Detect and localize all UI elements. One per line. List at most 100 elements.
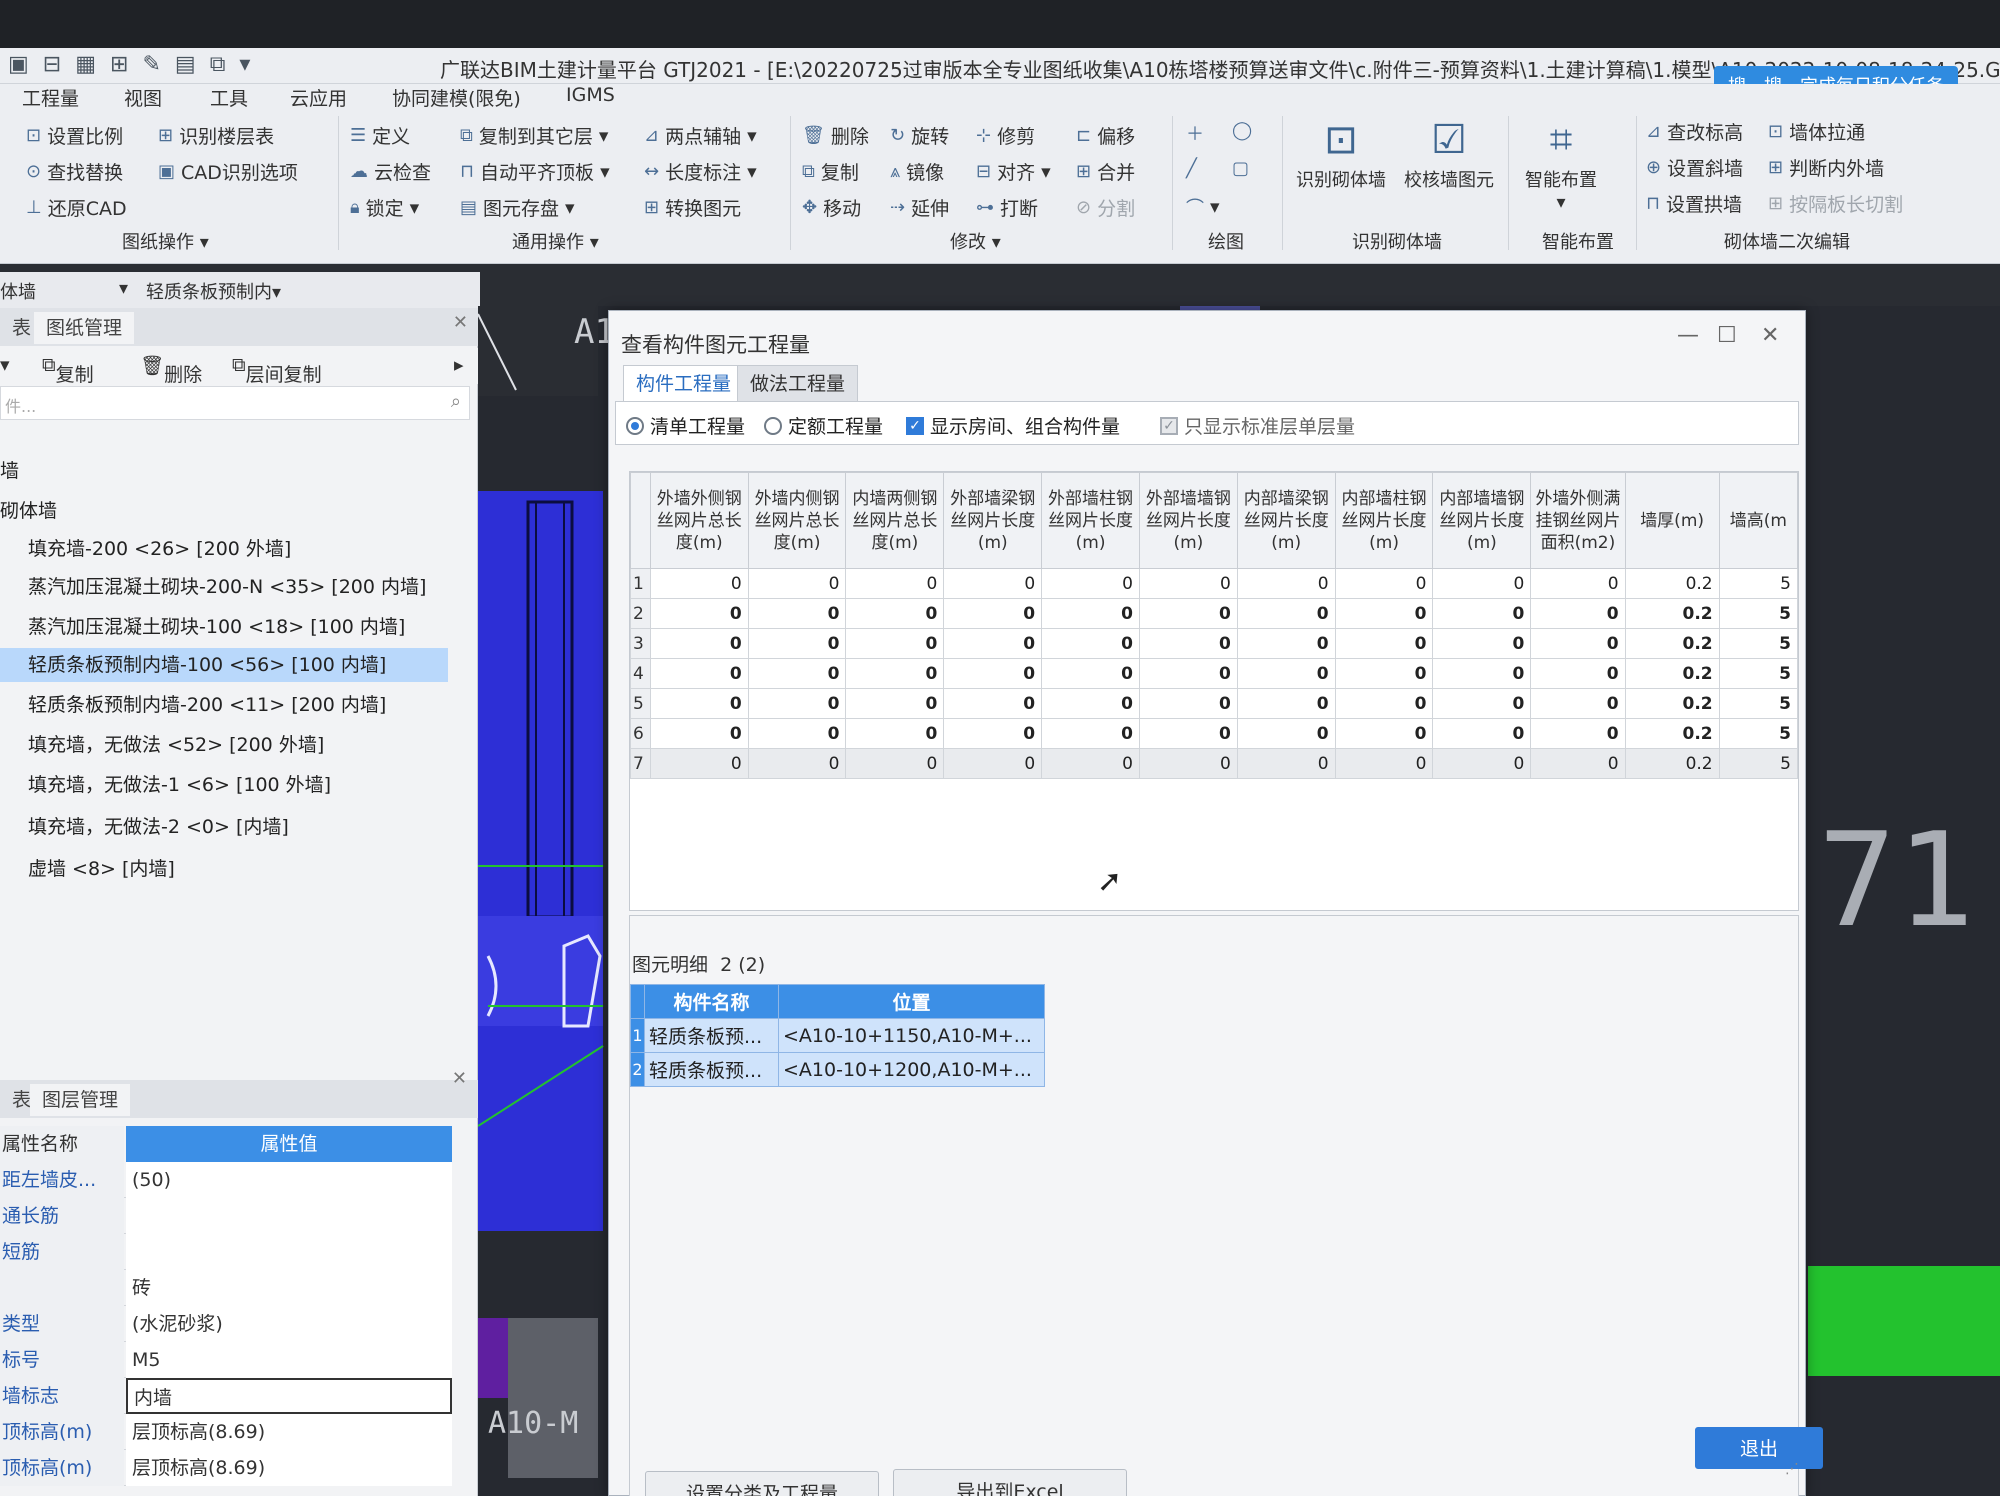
quantity-cell[interactable]: 0	[1530, 628, 1626, 659]
menu-collab[interactable]: 协同建模(限免)	[392, 84, 521, 111]
quantity-cell[interactable]: 0	[943, 688, 1043, 719]
group-common-ops[interactable]: 通用操作 ▾	[512, 228, 599, 254]
quantity-cell[interactable]: 0	[1334, 598, 1434, 629]
property-row[interactable]: 距左墙皮... (50)	[0, 1162, 452, 1198]
grid-icon[interactable]: ▦	[75, 52, 96, 77]
component-search-input[interactable]: 件... ⌕	[0, 386, 470, 420]
quantity-cell[interactable]: 0	[845, 568, 945, 599]
recognize-floor-table-button[interactable]: ⊞ 识别楼层表	[158, 122, 274, 149]
close-icon[interactable]: ✕	[452, 1068, 467, 1089]
quantity-cell[interactable]: 0	[1236, 568, 1336, 599]
tree-item[interactable]: 填充墙，无做法 <52> [200 外墙]	[0, 728, 448, 762]
property-row[interactable]: 标号 M5	[0, 1342, 452, 1378]
maximize-icon[interactable]: ☐	[1717, 323, 1737, 348]
table-row[interactable]: 2 0 0 0 0 0 0 0 0 0 0 0.2 5	[630, 598, 1798, 629]
tree-root-wall[interactable]: 墙	[0, 454, 448, 488]
quantity-cell[interactable]: 0	[1138, 658, 1238, 689]
column-header[interactable]: 外墙外侧钢丝网片总长度(m)	[649, 472, 749, 569]
quantity-cell[interactable]: 0	[1236, 718, 1336, 749]
quantity-cell[interactable]: 0	[1041, 628, 1140, 659]
quantity-cell[interactable]: 0.2	[1624, 568, 1720, 599]
column-header[interactable]: 位置	[778, 984, 1045, 1019]
quantity-cell[interactable]: 0	[747, 628, 847, 659]
lock-button[interactable]: 🔒︎ 锁定 ▾	[350, 194, 419, 221]
tree-item[interactable]: 蒸汽加压混凝土砌块-100 <18> [100 内墙]	[0, 610, 448, 644]
quantity-cell[interactable]: 0.2	[1624, 628, 1720, 659]
set-scale-button[interactable]: ⊡ 设置比例	[26, 122, 123, 149]
column-header[interactable]: 墙厚(m)	[1624, 472, 1720, 569]
save-icon[interactable]: ⊟	[43, 52, 61, 77]
tree-group-masonry-wall[interactable]: 砌体墙	[0, 494, 448, 528]
quantity-cell[interactable]: 5	[1718, 628, 1798, 659]
quantity-cell[interactable]: 0	[747, 748, 847, 779]
find-replace-button[interactable]: ⊙ 查找替换	[26, 158, 123, 185]
resize-grip-icon[interactable]: ⋰	[1785, 1461, 1799, 1477]
quantity-cell[interactable]: 0	[649, 598, 749, 629]
quantity-cell[interactable]: 0	[1236, 748, 1336, 779]
table-row[interactable]: 7 0 0 0 0 0 0 0 0 0 0 0.2 5	[630, 748, 1798, 779]
auto-align-slab-button[interactable]: ⊓ 自动平齐顶板 ▾	[460, 158, 610, 185]
column-header[interactable]: 构件名称	[644, 984, 779, 1019]
quantity-cell[interactable]: 0	[1530, 688, 1626, 719]
quantity-cell[interactable]: 0	[845, 718, 945, 749]
quantity-cell[interactable]: 0	[747, 658, 847, 689]
mirror-button[interactable]: ⩓ 镜像	[890, 158, 944, 185]
quantity-cell[interactable]: 5	[1718, 598, 1798, 629]
quantity-cell[interactable]: 0	[649, 628, 749, 659]
quantity-cell[interactable]: 0	[1236, 658, 1336, 689]
quantity-cell[interactable]: 0	[1432, 718, 1532, 749]
quantity-cell[interactable]: 0	[649, 748, 749, 779]
delete-component-button[interactable]: 🗑︎ 删除	[140, 354, 202, 386]
property-row[interactable]: 顶标高(m) 层顶标高(8.69)	[0, 1450, 452, 1486]
column-header[interactable]: 外部墙墙钢丝网片长度(m)	[1138, 472, 1238, 569]
column-header[interactable]: 内部墙梁钢丝网片长度(m)	[1236, 472, 1336, 569]
quantity-cell[interactable]: 0.2	[1624, 748, 1720, 779]
check-wall-element-button[interactable]: ☑ 校核墙图元	[1394, 114, 1504, 192]
convert-element-button[interactable]: ⊞ 转换图元	[644, 194, 741, 221]
tree-item[interactable]: 蒸汽加压混凝土砌块-200-N <35> [200 内墙]	[0, 570, 448, 604]
dropdown-icon[interactable]: ▾	[239, 52, 250, 77]
quantity-cell[interactable]: 0	[1138, 568, 1238, 599]
quantity-cell[interactable]: 0	[1432, 568, 1532, 599]
component-type-select[interactable]: 体墙 ▾	[0, 278, 132, 304]
tree-item-selected[interactable]: 轻质条板预制内墙-100 <56> [100 内墙]	[0, 648, 448, 682]
quantity-cell[interactable]: 0	[747, 568, 847, 599]
quantity-cell[interactable]: 0	[1041, 718, 1140, 749]
search-icon[interactable]: ⌕	[451, 391, 461, 412]
tree-item[interactable]: 虚墙 <8> [内墙]	[0, 852, 448, 886]
quantity-cell[interactable]: 0	[1432, 628, 1532, 659]
quantity-cell[interactable]: 0	[943, 718, 1043, 749]
extend-button[interactable]: ⇢ 延伸	[890, 194, 949, 221]
copy-component-button[interactable]: ⧉ 复制	[42, 354, 94, 386]
trim-button[interactable]: ⊹ 修剪	[976, 122, 1035, 149]
component-name-cell[interactable]: 轻质条板预...	[644, 1018, 779, 1053]
rotate-button[interactable]: ↻ 旋转	[890, 122, 949, 149]
quantity-cell[interactable]: 0	[1530, 658, 1626, 689]
draw-line-button[interactable]: ╱	[1186, 158, 1197, 179]
cad-options-button[interactable]: ▣ CAD识别选项	[158, 158, 298, 185]
property-row[interactable]: 砖	[0, 1270, 452, 1306]
quantity-cell[interactable]: 0	[1432, 598, 1532, 629]
quantity-cell[interactable]: 0	[943, 598, 1043, 629]
tab-drawing-management[interactable]: 图纸管理	[34, 312, 135, 344]
quantity-cell[interactable]: 0	[1138, 718, 1238, 749]
quantity-cell[interactable]: 0	[943, 748, 1043, 779]
column-header[interactable]: 内墙两侧钢丝网片总长度(m)	[845, 472, 945, 569]
quantity-cell[interactable]: 0	[1334, 718, 1434, 749]
draw-arc-button[interactable]: ⌒ ▾	[1186, 194, 1220, 220]
show-rooms-checkbox[interactable]: ✓ 显示房间、组合构件量	[906, 412, 1120, 439]
layout-icon[interactable]: ⊞	[110, 52, 128, 77]
menu-quantity[interactable]: 工程量	[22, 84, 79, 111]
quantity-cell[interactable]: 0	[1530, 748, 1626, 779]
cloud-check-button[interactable]: ☁ 云检查	[350, 158, 431, 185]
split-button[interactable]: ⊘ 分割	[1076, 194, 1135, 221]
column-header[interactable]: 内部墙柱钢丝网片长度(m)	[1334, 472, 1434, 569]
tree-item[interactable]: 轻质条板预制内墙-200 <11> [200 内墙]	[0, 688, 448, 722]
set-slant-wall-button[interactable]: ⊕ 设置斜墙	[1646, 154, 1743, 181]
property-row[interactable]: 墙标志 内墙	[0, 1378, 452, 1414]
table-row[interactable]: 1 轻质条板预... <A10-10+1150,A10-M+...	[630, 1018, 1045, 1053]
quantity-cell[interactable]: 5	[1718, 718, 1798, 749]
quantity-cell[interactable]: 0	[1138, 748, 1238, 779]
quantity-cell[interactable]: 0.2	[1624, 598, 1720, 629]
quantity-cell[interactable]: 0	[943, 628, 1043, 659]
